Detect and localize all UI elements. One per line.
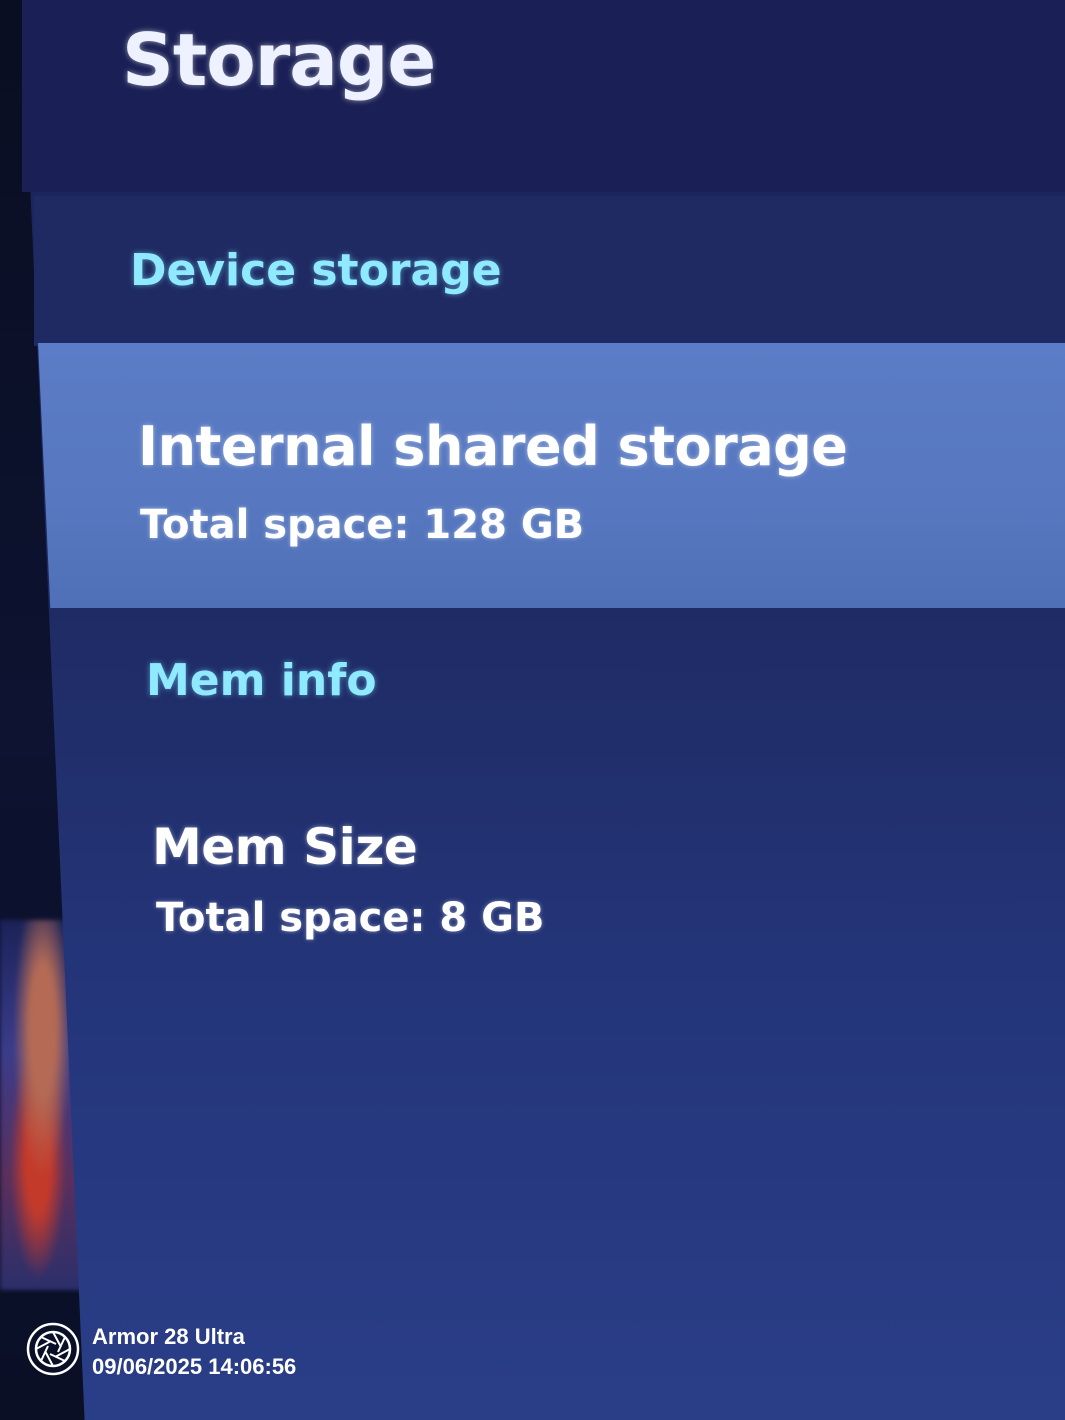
storage-item-title: Internal shared storage <box>138 415 848 478</box>
mem-size-item-total-space: Total space: 8 GB <box>156 895 545 941</box>
page-title: Storage <box>122 18 436 102</box>
tv-screen: Storage Device storage Internal shared s… <box>0 0 1065 1420</box>
camera-shutter-icon <box>26 1322 80 1376</box>
mem-size-item-title[interactable]: Mem Size <box>152 818 418 876</box>
watermark-timestamp: 09/06/2025 14:06:56 <box>92 1354 297 1379</box>
storage-item-total-space: Total space: 128 GB <box>140 502 585 548</box>
watermark-device: Armor 28 Ultra <box>92 1324 245 1349</box>
section-header-device-storage: Device storage <box>130 245 502 296</box>
camera-watermark: Armor 28 Ultra 09/06/2025 14:06:56 <box>26 1322 366 1382</box>
section-header-mem-info: Mem info <box>146 655 377 706</box>
